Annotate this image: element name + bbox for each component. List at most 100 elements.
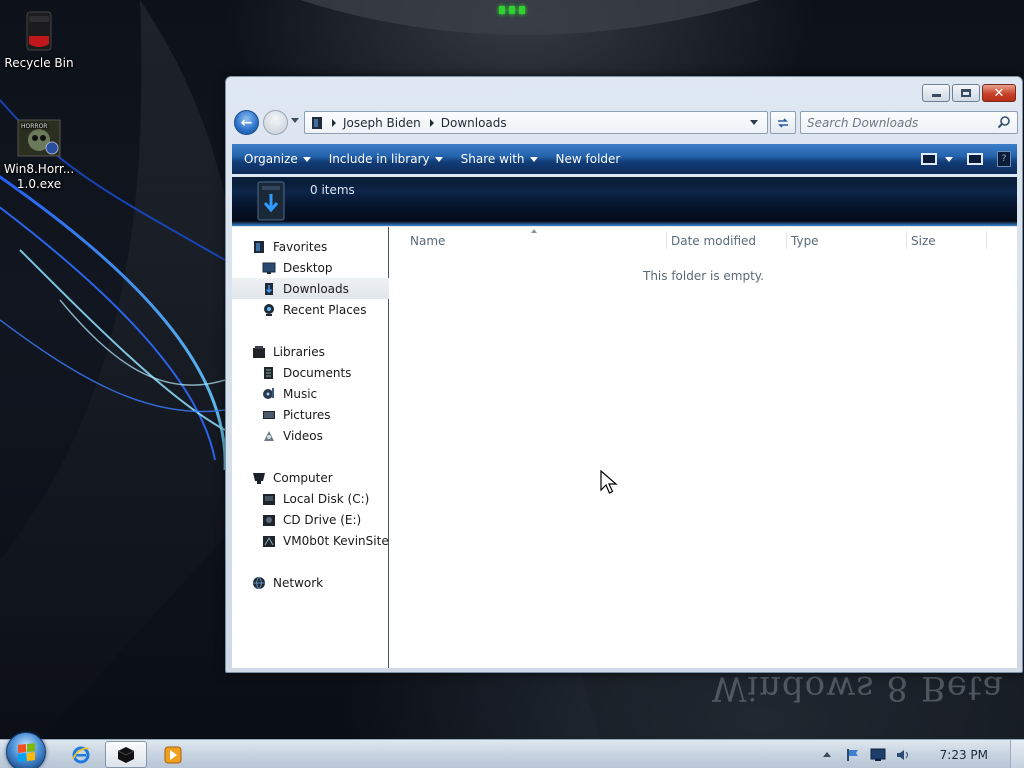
include-in-library-menu[interactable]: Include in library [320,144,452,174]
refresh-icon [778,117,788,128]
content-area: Favorites Desktop Downloads Recent Place… [232,227,1017,668]
nav-network[interactable]: Network [232,572,389,593]
address-folder-icon [312,116,322,129]
app-label-line2: 1.0.exe [16,177,62,191]
application-icon: HORROR [17,119,61,157]
chevron-down-icon [750,120,758,125]
column-divider[interactable] [906,231,907,249]
search-icon[interactable] [997,115,1011,129]
forward-button[interactable]: → [263,110,288,135]
computer-group: Computer Local Disk (C:) CD Drive (E:) V… [232,467,389,551]
desktop-icon-recycle-bin[interactable]: Recycle Bin [0,8,78,71]
show-desktop-button[interactable] [1010,740,1024,768]
new-folder-label: New folder [555,152,621,166]
libraries-group: Libraries Documents Music Pictures Video… [232,341,389,446]
breadcrumb-user[interactable]: Joseph Biden [343,116,421,130]
taskbar-clock[interactable]: 7:23 PM [940,748,988,762]
organize-menu[interactable]: Organize [235,144,320,174]
app-label-line1: Win8.Horr... [3,162,75,176]
chevron-down-icon [529,156,538,162]
column-size[interactable]: Size [911,234,936,248]
taskbar-internet-explorer[interactable] [60,741,102,768]
nav-local-disk-c[interactable]: Local Disk (C:) [232,488,389,509]
nav-computer-label: Computer [273,470,333,485]
back-button[interactable]: ← [234,110,259,135]
music-icon [263,387,274,399]
breadcrumb-downloads[interactable]: Downloads [441,116,507,130]
address-history-dropdown[interactable] [743,112,765,133]
details-header: 0 items [232,177,1017,226]
nav-recent-places[interactable]: Recent Places [232,299,389,320]
column-divider[interactable] [666,231,667,249]
desktop-icon [262,262,276,274]
nav-pictures[interactable]: Pictures [232,404,389,425]
nav-favorites-label: Favorites [273,239,328,254]
minimize-icon [931,94,941,97]
column-divider[interactable] [786,231,787,249]
action-center-flag-icon[interactable] [845,748,861,762]
column-date-modified[interactable]: Date modified [671,234,756,248]
nav-downloads[interactable]: Downloads [232,278,389,299]
column-name[interactable]: Name [410,234,445,248]
nav-documents-label: Documents [283,365,352,380]
empty-folder-message: This folder is empty. [643,269,764,283]
nav-computer[interactable]: Computer [232,467,389,488]
help-icon[interactable]: ? [997,151,1011,167]
search-input[interactable]: Search Downloads [800,111,1018,134]
nav-network-label: Network [273,575,324,590]
breadcrumb-separator-icon[interactable] [429,118,434,127]
network-status-icon[interactable] [870,748,886,762]
preview-pane-button[interactable] [967,153,983,165]
column-header: Name Date modified Type Size [390,227,988,253]
minimize-button[interactable] [922,84,950,102]
nav-videos[interactable]: Videos [232,425,389,446]
start-button[interactable] [6,732,46,768]
network-globe-icon [253,576,265,589]
cd-drive-icon [263,514,275,526]
address-bar[interactable]: Joseph Biden Downloads [304,111,768,134]
nav-cd-drive-e[interactable]: CD Drive (E:) [232,509,389,530]
command-bar: Organize Include in library Share with N… [232,144,1017,174]
taskbar-windows-explorer[interactable] [105,741,147,768]
explorer-window: ✕ ← → Joseph Biden Downloads Search Down… [225,76,1023,673]
column-divider[interactable] [986,231,987,249]
volume-icon[interactable] [895,748,911,762]
nav-desktop-label: Desktop [283,260,333,275]
nav-favorites[interactable]: Favorites [232,236,389,257]
wallpaper-led-icon [497,6,527,16]
new-folder-button[interactable]: New folder [547,144,630,174]
desktop-icon-win8-horror[interactable]: HORROR Win8.Horr... 1.0.exe [0,118,78,192]
windows-logo-icon [18,743,35,762]
taskbar-media-player[interactable] [152,741,194,768]
computer-icon [253,472,265,484]
show-hidden-icons-icon[interactable] [822,752,831,757]
nav-desktop[interactable]: Desktop [232,257,389,278]
maximize-button[interactable] [952,84,980,102]
nav-libraries[interactable]: Libraries [232,341,389,362]
hard-drive-icon [263,493,275,505]
refresh-button[interactable] [770,111,796,134]
network-group: Network [232,572,389,593]
downloads-folder-icon [257,181,285,221]
recycle-bin-icon [26,11,52,51]
recent-pages-dropdown[interactable] [291,118,299,123]
network-drive-icon [263,535,275,547]
navigation-row: ← → Joseph Biden Downloads Search Downlo… [234,108,1018,136]
close-button[interactable]: ✕ [982,84,1016,102]
include-in-library-label: Include in library [328,152,430,166]
column-type[interactable]: Type [791,234,819,248]
videos-icon [264,430,274,441]
nav-documents[interactable]: Documents [232,362,389,383]
explorer-folder-icon [117,746,135,763]
item-count: 0 items [310,183,355,197]
mouse-cursor-icon [600,470,618,494]
change-view-button[interactable] [921,153,953,165]
nav-music[interactable]: Music [232,383,389,404]
nav-network-drive[interactable]: VM0b0t KevinSite [232,530,389,551]
downloads-icon [265,282,273,295]
maximize-icon [961,89,971,97]
libraries-icon [253,345,265,358]
share-with-menu[interactable]: Share with [452,144,547,174]
nav-music-label: Music [283,386,318,401]
breadcrumb-separator-icon[interactable] [332,118,336,127]
